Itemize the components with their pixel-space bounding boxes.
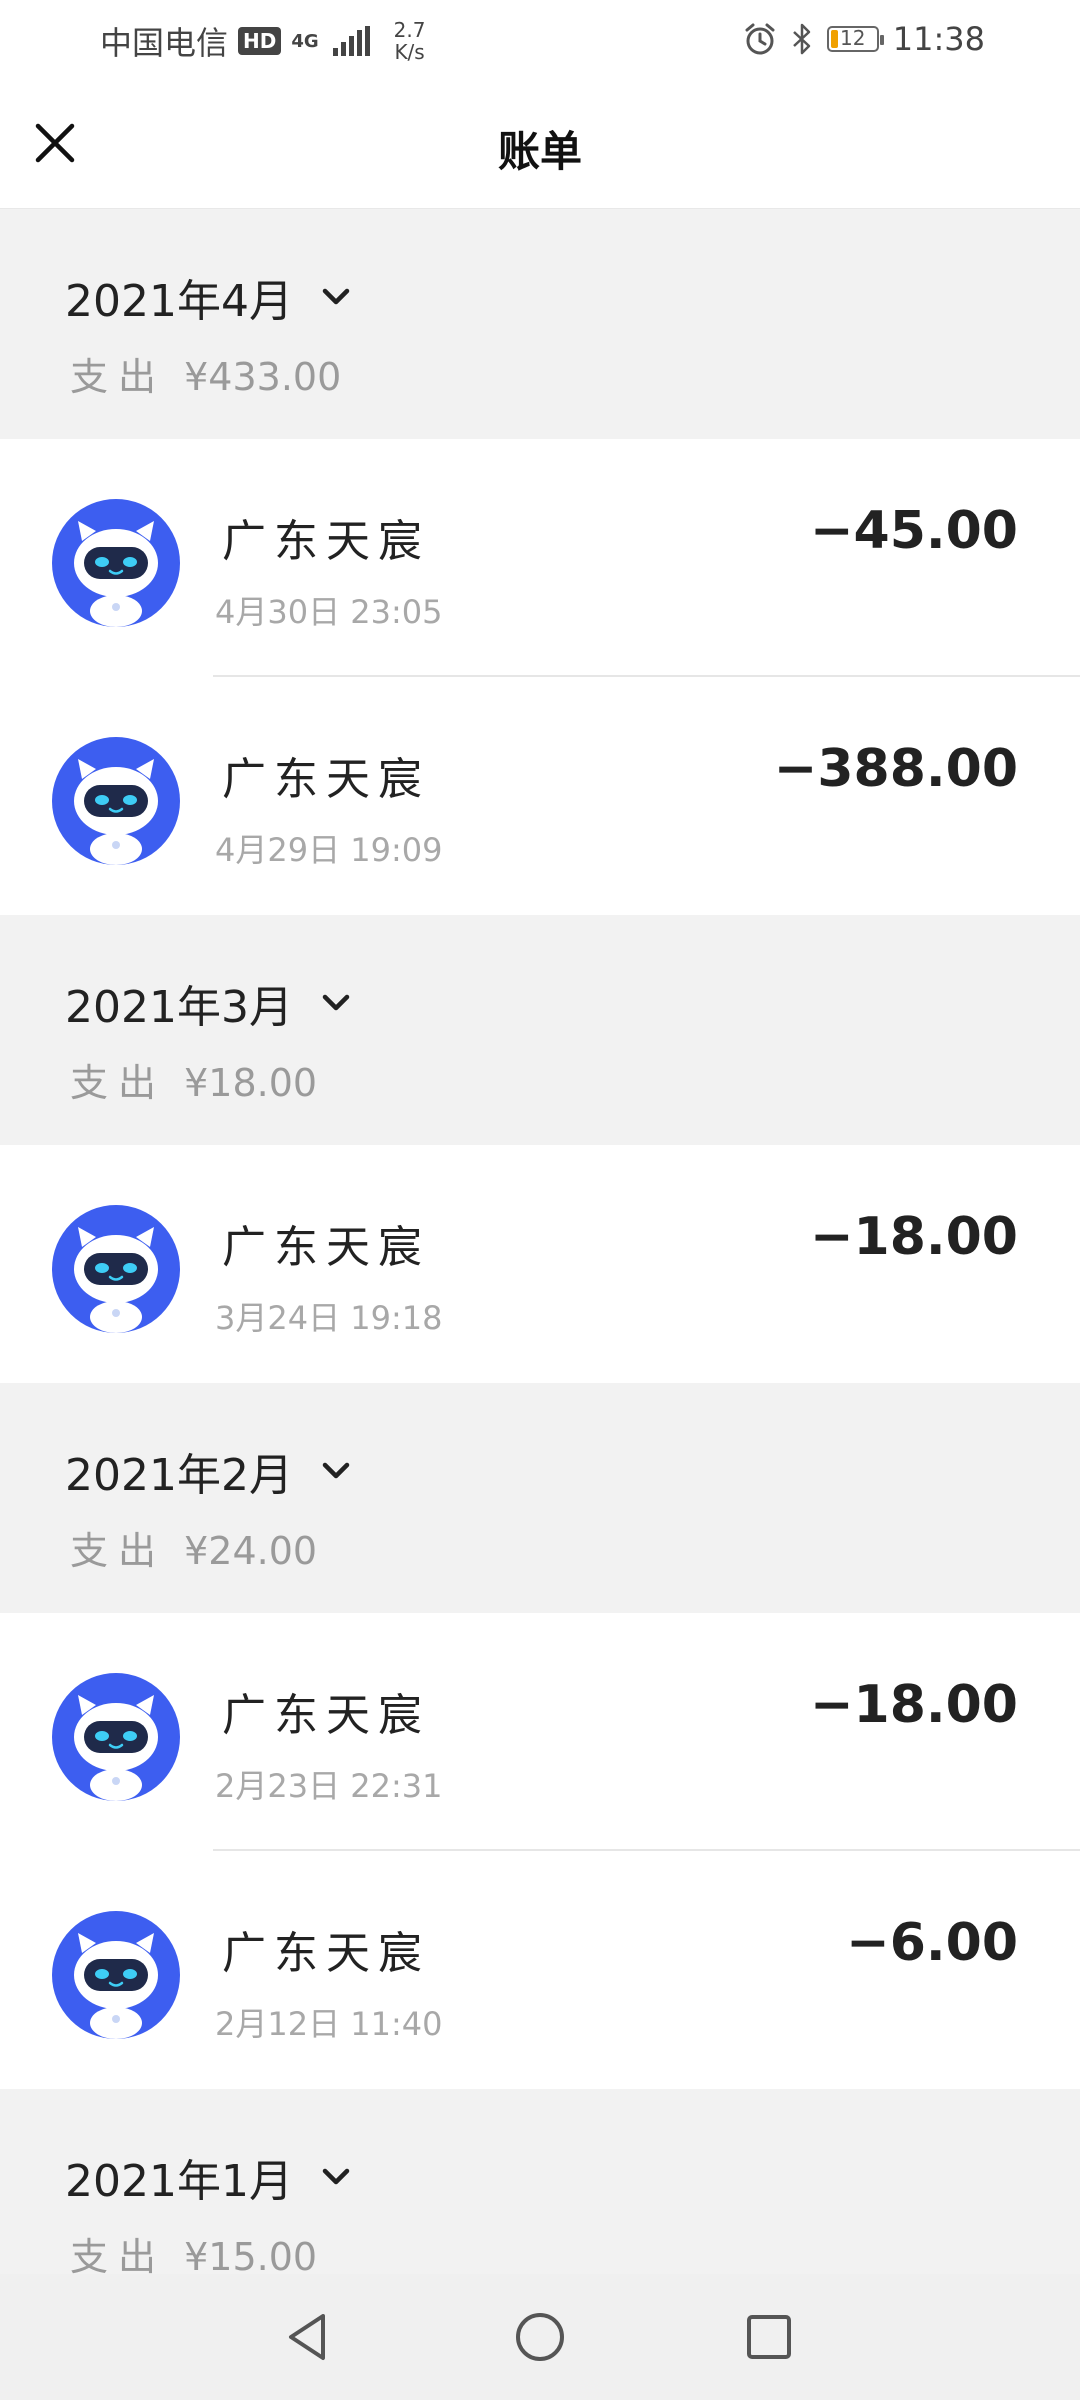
transaction-amount: −18.00 — [809, 1207, 1018, 1267]
status-bar: 中国电信 HD 4G 2.7 K/s 12 11:38 — [0, 0, 1080, 80]
merchant-name: 广东天宸 — [222, 754, 430, 805]
signal-icon — [332, 26, 370, 56]
status-left: 中国电信 HD 4G 2.7 K/s — [100, 18, 425, 64]
transaction-amount: −45.00 — [809, 501, 1018, 561]
clock: 11:38 — [892, 20, 985, 58]
chevron-down-icon[interactable] — [319, 986, 353, 1020]
summary-amount: ¥15.00 — [184, 2235, 318, 2274]
alarm-icon — [745, 23, 775, 55]
summary-amount: ¥24.00 — [184, 1529, 318, 1573]
header-bar: 账单 — [0, 80, 1080, 209]
chevron-down-icon[interactable] — [319, 2160, 353, 2194]
hd-badge: HD — [238, 27, 282, 55]
month-title: 2021年1月 — [65, 2156, 293, 2207]
transaction-datetime: 4月29日 19:09 — [215, 831, 443, 869]
home-circle-icon[interactable] — [507, 2304, 573, 2370]
bill-item[interactable]: 广东天宸 2月23日 22:31 −18.00 — [0, 1613, 1080, 1851]
bill-item[interactable]: 广东天宸 3月24日 19:18 −18.00 — [0, 1145, 1080, 1383]
month-summary: 支出 ¥18.00 — [70, 1052, 317, 1107]
robot-avatar-icon — [52, 1205, 180, 1333]
month-title: 2021年4月 — [65, 276, 293, 327]
bluetooth-icon — [792, 23, 811, 55]
month-title: 2021年3月 — [65, 982, 293, 1033]
bill-item[interactable]: 广东天宸 4月29日 19:09 −388.00 — [0, 677, 1080, 915]
bill-item[interactable]: 广东天宸 4月30日 23:05 −45.00 — [0, 439, 1080, 677]
month-summary: 支出 ¥24.00 — [70, 1520, 317, 1575]
bill-item[interactable]: 广东天宸 2月12日 11:40 −6.00 — [0, 1851, 1080, 2089]
recents-square-icon[interactable] — [736, 2304, 802, 2370]
transaction-amount: −6.00 — [846, 1913, 1018, 1973]
status-right: 12 11:38 — [743, 20, 985, 58]
robot-avatar-icon — [52, 737, 180, 865]
transaction-datetime: 2月12日 11:40 — [215, 2005, 443, 2043]
month-summary: 支出 ¥433.00 — [70, 346, 341, 401]
month-summary: 支出 ¥15.00 — [70, 2226, 317, 2274]
transaction-datetime: 4月30日 23:05 — [215, 593, 443, 631]
network-type: 4G — [291, 30, 319, 52]
merchant-name: 广东天宸 — [222, 1222, 430, 1273]
robot-avatar-icon — [52, 499, 180, 627]
month-header[interactable]: 2021年1月 支出 ¥15.00 — [0, 2089, 1080, 2274]
battery-level: 12 — [840, 26, 866, 50]
month-header[interactable]: 2021年4月 支出 ¥433.00 — [0, 209, 1080, 439]
summary-label: 支出 — [70, 355, 167, 399]
summary-label: 支出 — [70, 1061, 167, 1105]
month-header[interactable]: 2021年3月 支出 ¥18.00 — [0, 915, 1080, 1145]
battery-icon: 12 — [826, 26, 884, 52]
robot-avatar-icon — [52, 1911, 180, 2039]
carrier-label: 中国电信 — [100, 24, 229, 62]
system-nav-bar — [0, 2274, 1080, 2400]
summary-label: 支出 — [70, 1529, 167, 1573]
summary-amount: ¥433.00 — [184, 355, 342, 399]
transaction-amount: −388.00 — [773, 739, 1018, 799]
robot-avatar-icon — [52, 1673, 180, 1801]
merchant-name: 广东天宸 — [222, 516, 430, 567]
summary-label: 支出 — [70, 2235, 167, 2274]
month-header[interactable]: 2021年2月 支出 ¥24.00 — [0, 1383, 1080, 1613]
merchant-name: 广东天宸 — [222, 1690, 430, 1741]
transaction-datetime: 3月24日 19:18 — [215, 1299, 443, 1337]
transaction-amount: −18.00 — [809, 1675, 1018, 1735]
month-title: 2021年2月 — [65, 1450, 293, 1501]
summary-amount: ¥18.00 — [184, 1061, 318, 1105]
net-speed-value: 2.7 — [393, 18, 426, 42]
merchant-name: 广东天宸 — [222, 1928, 430, 1979]
transaction-datetime: 2月23日 22:31 — [215, 1767, 443, 1805]
net-speed: 2.7 K/s — [394, 19, 426, 63]
chevron-down-icon[interactable] — [319, 1454, 353, 1488]
page-title: 账单 — [497, 127, 582, 176]
net-speed-unit: K/s — [394, 40, 425, 64]
bill-list[interactable]: 2021年4月 支出 ¥433.00 广东天宸 4月30日 23:05 −45.… — [0, 209, 1080, 2274]
back-triangle-icon[interactable] — [275, 2304, 341, 2370]
chevron-down-icon[interactable] — [319, 280, 353, 314]
